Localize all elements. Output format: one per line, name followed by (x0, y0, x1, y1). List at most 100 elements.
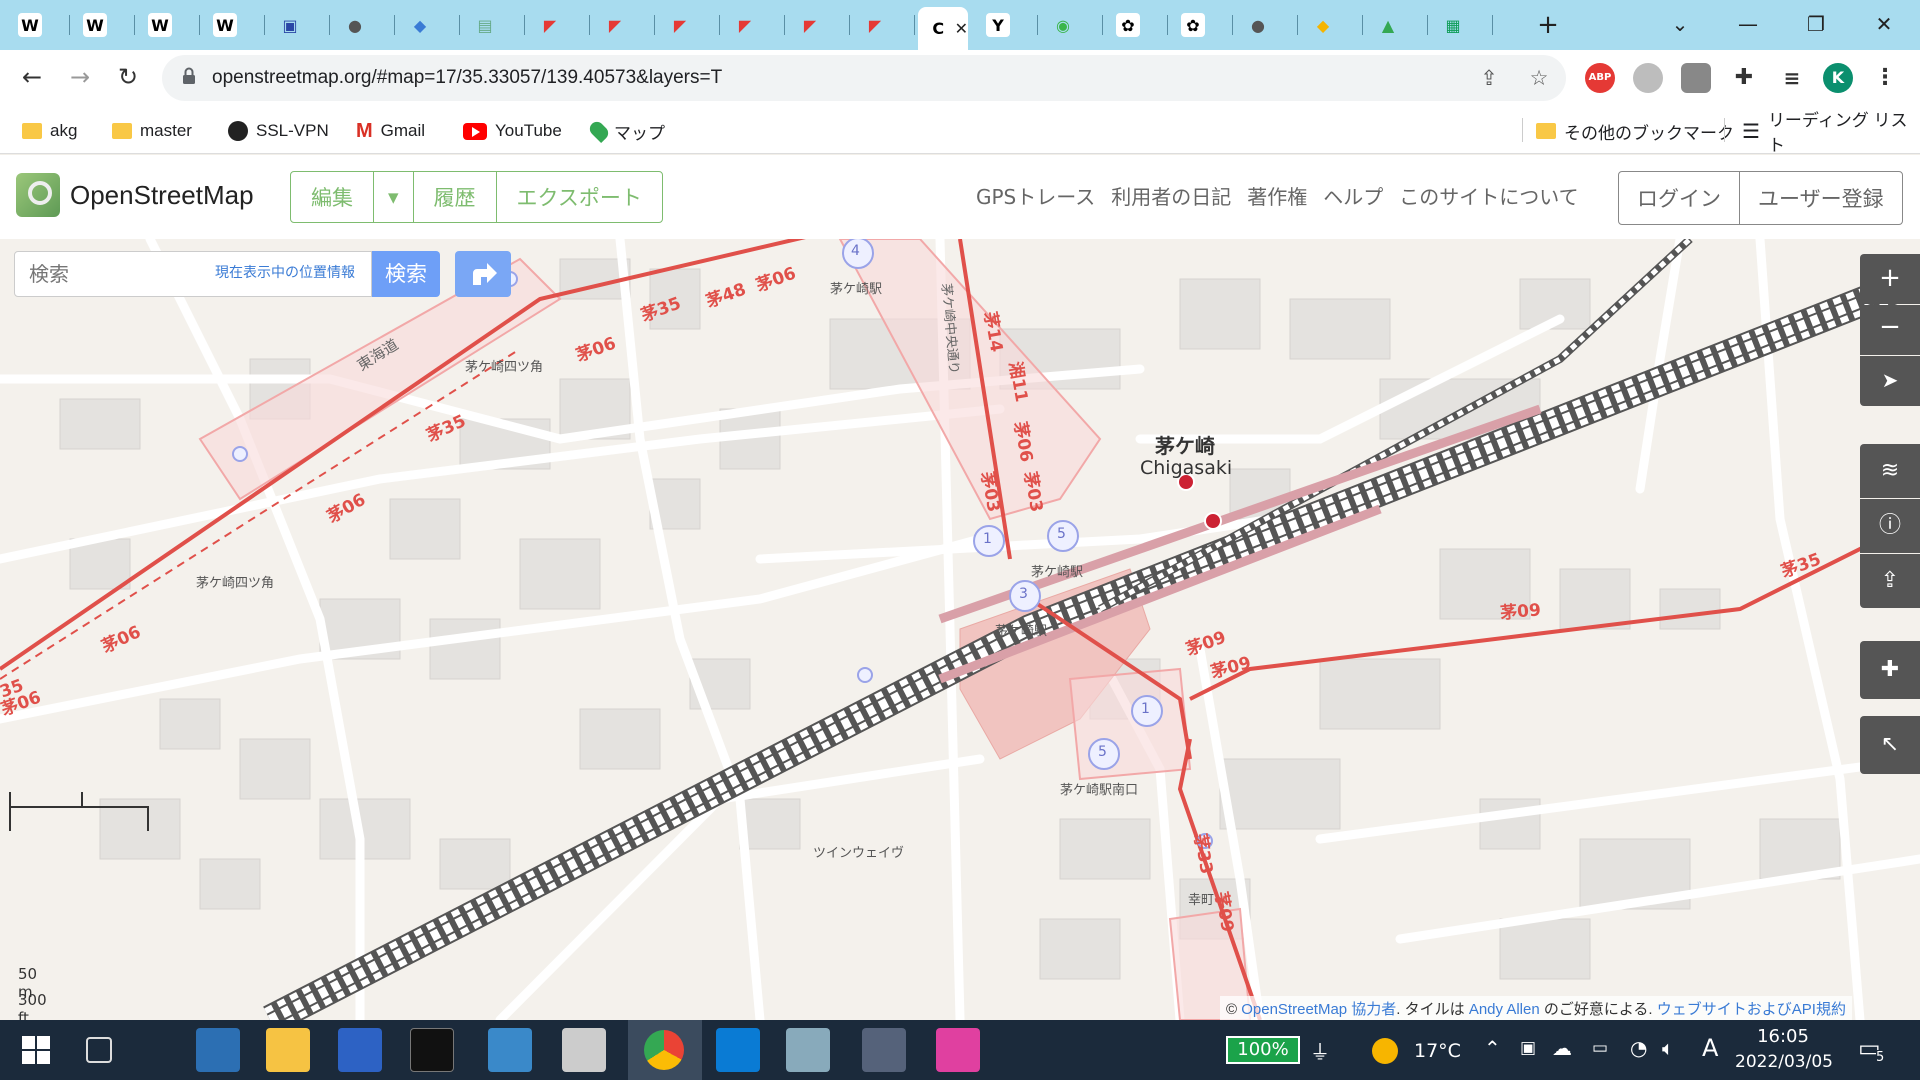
browser-tab[interactable]: ◉ (1041, 6, 1103, 44)
bookmark-master[interactable]: master (112, 118, 192, 144)
bookmark-gmail[interactable]: M Gmail (356, 118, 425, 144)
browser-tab[interactable]: ✿ (1106, 6, 1168, 44)
close-tab-icon[interactable]: ✕ (955, 19, 968, 38)
history-button[interactable]: 履歴 (414, 172, 497, 222)
browser-tab[interactable]: ● (1236, 6, 1298, 44)
minimize-button[interactable]: — (1728, 10, 1768, 40)
signup-button[interactable]: ユーザー登録 (1740, 172, 1902, 224)
browser-tab[interactable]: ▲ (1366, 6, 1428, 44)
info-icon[interactable]: ⓘ (1860, 499, 1920, 553)
taskbar-app-icon[interactable] (562, 1028, 606, 1072)
search-input[interactable] (15, 252, 215, 296)
task-view-icon[interactable] (86, 1037, 112, 1063)
bookmark-star-icon[interactable]: ☆ (1526, 66, 1552, 92)
browser-tab[interactable]: ◆ (1301, 6, 1363, 44)
bookmark-ssl-vpn[interactable]: SSL-VPN (228, 118, 329, 144)
tray-battery-icon[interactable]: ▭ (1592, 1038, 1608, 1058)
vscode-icon[interactable] (716, 1028, 760, 1072)
browser-tab[interactable]: ▤ (463, 6, 525, 44)
browser-tab[interactable]: ▦ (1431, 6, 1493, 44)
extension-chat-icon[interactable] (1681, 63, 1711, 93)
attribution-terms-link[interactable]: ウェブサイトおよびAPI規約 (1657, 1001, 1846, 1018)
volume-icon[interactable]: 🔈︎ (1662, 1036, 1674, 1060)
tray-chevron-icon[interactable]: ⌃ (1484, 1036, 1501, 1060)
browser-tab[interactable]: W (203, 6, 265, 44)
browser-tab[interactable]: ◤ (788, 6, 850, 44)
browser-tab[interactable]: ◆ (398, 6, 460, 44)
osm-logo-link[interactable]: OpenStreetMap (16, 173, 254, 217)
attribution-osm-link[interactable]: OpenStreetMap 協力者 (1241, 1001, 1396, 1018)
restore-button[interactable]: ❐ (1796, 10, 1836, 40)
adblock-icon[interactable]: ABP (1585, 63, 1615, 93)
battery-indicator[interactable]: 100% (1226, 1036, 1300, 1064)
tab-search-chevron-icon[interactable]: ⌄ (1660, 10, 1700, 40)
tray-app-icon[interactable]: ▣ (1520, 1038, 1536, 1058)
browser-tab[interactable]: W (8, 6, 70, 44)
export-button[interactable]: エクスポート (497, 172, 662, 222)
station-marker[interactable] (1204, 512, 1222, 530)
directions-button[interactable] (455, 251, 511, 297)
where-am-i-link[interactable]: 現在表示中の位置情報 (215, 262, 355, 282)
browser-tab[interactable]: ● (333, 6, 395, 44)
share-icon[interactable]: ⇪ (1476, 66, 1502, 92)
close-window-button[interactable]: ✕ (1864, 10, 1904, 40)
forward-button[interactable]: → (62, 60, 98, 96)
weather-sun-icon[interactable] (1372, 1038, 1398, 1064)
share-map-icon[interactable]: ⇪ (1860, 554, 1920, 608)
powershell-icon[interactable] (338, 1028, 382, 1072)
add-note-icon[interactable]: ✚ (1860, 641, 1920, 699)
reading-list-button[interactable]: ☰ リーディング リスト (1742, 111, 1920, 155)
bookmark-youtube[interactable]: YouTube (463, 118, 562, 144)
bookmark-other-folder[interactable]: その他のブックマーク (1536, 118, 1734, 144)
new-tab-button[interactable]: + (1531, 9, 1565, 43)
nav-gps-traces[interactable]: GPSトレース (976, 181, 1095, 210)
nav-about[interactable]: このサイトについて (1399, 181, 1578, 210)
nav-help[interactable]: ヘルプ (1323, 181, 1383, 210)
browser-tab[interactable]: ▣ (268, 6, 330, 44)
terminal-icon[interactable] (410, 1028, 454, 1072)
zoom-out-button[interactable]: − (1860, 305, 1920, 355)
taskbar-app-icon[interactable] (786, 1028, 830, 1072)
browser-tab[interactable]: W (138, 6, 200, 44)
browser-tab[interactable]: Y (976, 6, 1038, 44)
reload-button[interactable]: ↻ (110, 60, 146, 96)
control-panel-icon[interactable] (488, 1028, 532, 1072)
browser-tab[interactable]: ◤ (723, 6, 785, 44)
onedrive-icon[interactable]: ☁ (1552, 1036, 1572, 1060)
layers-icon[interactable]: ≋ (1860, 444, 1920, 498)
bookmark-maps[interactable]: マップ (586, 118, 665, 144)
edit-dropdown-chevron-icon[interactable]: ▾ (374, 172, 414, 222)
file-explorer-icon[interactable] (266, 1028, 310, 1072)
windows-start-icon[interactable] (22, 1036, 50, 1064)
login-button[interactable]: ログイン (1619, 172, 1740, 224)
browser-tab[interactable]: ◤ (658, 6, 720, 44)
browser-tab[interactable]: ◤ (853, 6, 915, 44)
clock-time[interactable]: 16:05 (1740, 1026, 1826, 1047)
taskbar-app-icon[interactable] (196, 1028, 240, 1072)
temperature[interactable]: 17°C (1414, 1040, 1461, 1062)
media-control-icon[interactable]: ≡ (1777, 63, 1807, 93)
bookmark-akg[interactable]: akg (22, 118, 77, 144)
menu-kebab-icon[interactable]: ⋮ (1870, 63, 1900, 93)
query-features-icon[interactable]: ↖ (1860, 716, 1920, 774)
browser-tab[interactable]: ✿ (1171, 6, 1233, 44)
search-button[interactable]: 検索 (372, 251, 440, 297)
chrome-taskbar-button[interactable] (628, 1020, 702, 1080)
extension-circle-icon[interactable] (1633, 63, 1663, 93)
browser-tab[interactable]: C ✕ (918, 7, 968, 50)
calculator-icon[interactable] (862, 1028, 906, 1072)
zoom-in-button[interactable]: + (1860, 254, 1920, 304)
browser-tab[interactable]: W (73, 6, 135, 44)
attribution-tiles-link[interactable]: Andy Allen (1469, 1001, 1540, 1018)
clock-date[interactable]: 2022/03/05 (1734, 1052, 1834, 1072)
back-button[interactable]: ← (14, 60, 50, 96)
map-canvas[interactable]: 茅ケ崎 Chigasaki 4 1 5 3 1 5 茅ケ崎駅 茅ケ崎駅 茅ケ崎駅… (0, 239, 1920, 1020)
wifi-icon[interactable]: ◔ (1630, 1036, 1647, 1060)
profile-avatar[interactable]: K (1823, 63, 1853, 93)
locate-icon[interactable]: ➤ (1860, 356, 1920, 406)
ime-indicator[interactable]: A (1702, 1034, 1718, 1062)
paint-icon[interactable] (936, 1028, 980, 1072)
browser-tab[interactable]: ◤ (593, 6, 655, 44)
address-bar[interactable]: openstreetmap.org/#map=17/35.33057/139.4… (162, 55, 1566, 101)
extensions-puzzle-icon[interactable]: ✚ (1729, 63, 1759, 93)
